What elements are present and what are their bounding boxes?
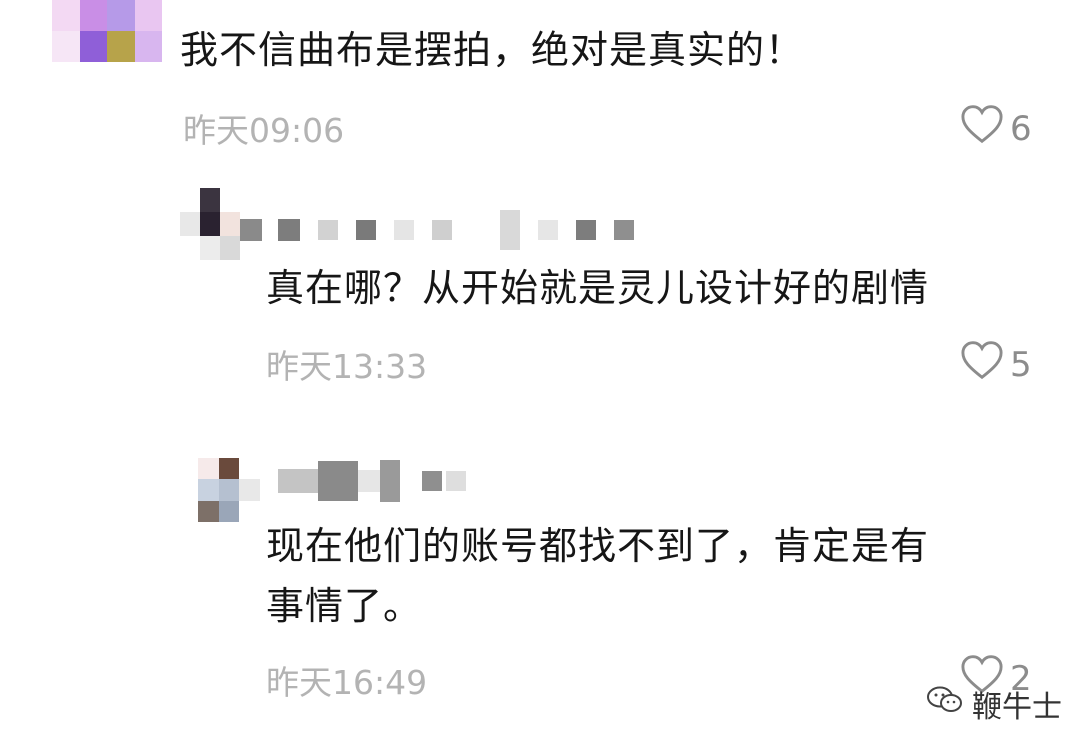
avatar[interactable]: [52, 0, 162, 62]
heart-outline-icon: [960, 104, 1004, 153]
wechat-icon: [926, 685, 964, 723]
avatar[interactable]: [180, 188, 240, 260]
watermark: 鞭牛士: [926, 682, 1062, 726]
reply-timestamp: 昨天16:49: [266, 663, 428, 702]
heart-outline-icon: [960, 340, 1004, 389]
reply-text-line-1: 现在他们的账号都找不到了，肯定是有: [266, 524, 930, 568]
username-redacted[interactable]: [240, 200, 634, 260]
username-redacted[interactable]: [278, 456, 466, 506]
avatar[interactable]: [198, 458, 260, 522]
like-button[interactable]: 6: [960, 104, 1032, 153]
comment-timestamp: 昨天09:06: [183, 111, 345, 150]
like-count: 6: [1010, 108, 1032, 149]
like-count: 5: [1010, 344, 1032, 385]
comment-text: 我不信曲布是摆拍，绝对是真实的！: [180, 28, 805, 72]
watermark-label: 鞭牛士: [972, 690, 1062, 725]
like-button[interactable]: 5: [960, 340, 1032, 389]
reply-timestamp: 昨天13:33: [266, 347, 428, 386]
reply-text: 真在哪？从开始就是灵儿设计好的剧情: [266, 266, 930, 310]
reply-text-line-2: 事情了。: [266, 584, 423, 628]
